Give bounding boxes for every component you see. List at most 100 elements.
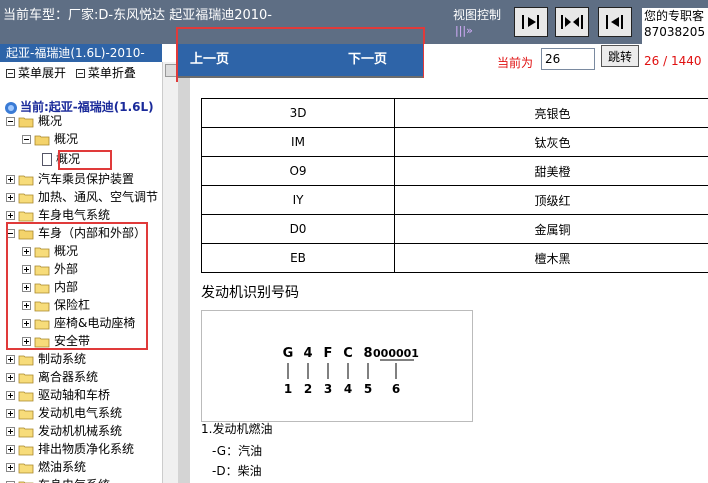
view-control-indicator: |||» xyxy=(455,24,473,37)
expand-node-icon[interactable] xyxy=(6,445,15,454)
color-name-cell: 亮银色 xyxy=(394,98,708,128)
color-name-cell: 金属铜 xyxy=(394,214,708,244)
tree-item[interactable]: 燃油系统 xyxy=(6,458,86,476)
table-row: IY 顶级红 xyxy=(201,185,708,215)
tree-item[interactable]: 汽车乘员保护装置 xyxy=(6,170,134,188)
folder-icon xyxy=(18,193,34,203)
folder-icon xyxy=(18,427,34,437)
color-code-cell: EB xyxy=(201,243,395,273)
menu-expand-button[interactable]: 菜单展开 xyxy=(0,66,66,80)
page-count: 26 / 1440 xyxy=(644,54,702,68)
current-model-title: 当前车型：厂家:D-东风悦达 起亚福瑞迪2010- xyxy=(3,8,272,23)
expand-node-icon[interactable] xyxy=(6,193,15,202)
folder-icon xyxy=(18,211,34,221)
tree-item[interactable]: 发动机机械系统 xyxy=(6,422,122,440)
expert-phone: 87038205 xyxy=(644,25,706,39)
tree-item-label: 发动机机械系统 xyxy=(38,424,123,438)
tree-item[interactable]: 加热、通风、空气调节 xyxy=(6,188,158,206)
expand-node-icon[interactable] xyxy=(6,409,15,418)
expand-node-icon[interactable] xyxy=(6,463,15,472)
vin-char: G xyxy=(283,346,294,361)
vin-char: 8 xyxy=(363,346,372,361)
color-code-cell: D0 xyxy=(201,214,395,244)
menu-toggle-row: 菜单展开 菜单折叠 xyxy=(0,62,162,84)
jump-button[interactable]: 跳转 xyxy=(601,45,639,67)
highlight-nav xyxy=(176,27,425,82)
vin-char: F xyxy=(324,346,333,361)
fuel-gasoline: -G：汽油 xyxy=(212,444,263,458)
split-arrows-icon xyxy=(561,15,583,29)
expand-node-icon[interactable] xyxy=(6,355,15,364)
color-name-cell: 甜美橙 xyxy=(394,156,708,186)
folder-icon xyxy=(18,175,34,185)
color-name-cell: 檀木黑 xyxy=(394,243,708,273)
table-row: EB 檀木黑 xyxy=(201,243,708,273)
view-split-button[interactable] xyxy=(555,7,589,37)
color-code-cell: 3D xyxy=(201,98,395,128)
tree-item-label: 制动系统 xyxy=(38,352,87,366)
view-right-panel-button[interactable] xyxy=(514,7,548,37)
menu-collapse-button[interactable]: 菜单折叠 xyxy=(70,66,136,80)
engine-id-section-title: 发动机识别号码 xyxy=(201,285,299,301)
expand-node-icon[interactable] xyxy=(6,373,15,382)
tree-item[interactable]: 离合器系统 xyxy=(6,368,98,386)
tree-item[interactable]: 概况 xyxy=(6,112,62,130)
tree-item[interactable]: 概况 xyxy=(22,130,78,148)
tree-item-label: 概况 xyxy=(54,132,79,146)
expand-node-icon[interactable] xyxy=(6,211,15,220)
menu-expand-label: 菜单展开 xyxy=(18,66,67,80)
sidebar-header: 起亚-福瑞迪(1.6L)-2010- xyxy=(0,44,162,62)
tree-item-label: 发动机电气系统 xyxy=(38,406,123,420)
vin-char: 000001 xyxy=(373,347,419,360)
bar-arrow-right-icon xyxy=(522,15,539,29)
view-left-panel-button[interactable] xyxy=(598,7,632,37)
expand-node-icon[interactable] xyxy=(6,175,15,184)
folder-icon xyxy=(18,463,34,473)
color-code-table: 3D 亮银色 IM 钛灰色 O9 甜美橙 IY 顶级红 D0 金属铜 EB 檀木黑 xyxy=(201,98,708,273)
vin-index: 6 xyxy=(392,382,400,396)
highlight-overview xyxy=(58,150,112,170)
tree-scrollbar[interactable] xyxy=(162,62,178,483)
tree-item-label: 加热、通风、空气调节 xyxy=(38,190,159,204)
highlight-body-section xyxy=(6,222,148,350)
folder-icon xyxy=(18,355,34,365)
menu-collapse-label: 菜单折叠 xyxy=(87,66,136,80)
tree-item-label: 车身电气系统 xyxy=(38,208,111,222)
fuel-diesel: -D：柴油 xyxy=(212,464,262,478)
expand-node-icon[interactable] xyxy=(6,427,15,436)
vin-index: 2 xyxy=(304,382,312,396)
table-row: O9 甜美橙 xyxy=(201,156,708,186)
page-number-input[interactable] xyxy=(541,48,595,70)
vin-index: 5 xyxy=(364,382,372,396)
document-icon xyxy=(42,153,52,166)
vin-char: 4 xyxy=(303,346,312,361)
collapse-node-icon[interactable] xyxy=(6,117,15,126)
vin-index: 3 xyxy=(324,382,332,396)
tree-item[interactable]: 排出物质净化系统 xyxy=(6,440,134,458)
tree-item[interactable]: 发动机电气系统 xyxy=(6,404,122,422)
expert-text: 您的专职客 xyxy=(644,9,705,23)
engine-fuel-heading: 1.发动机燃油 xyxy=(201,422,273,436)
expand-node-icon[interactable] xyxy=(6,391,15,400)
tree-item-label: 概况 xyxy=(38,114,63,128)
expert-contact: 您的专职客 87038205 xyxy=(642,8,708,44)
vin-index: 1 xyxy=(284,382,292,396)
vin-index: 4 xyxy=(344,382,352,396)
folder-icon xyxy=(18,445,34,455)
folder-open-icon xyxy=(34,135,50,145)
color-code-cell: IM xyxy=(201,127,395,157)
document-page: 3D 亮银色 IM 钛灰色 O9 甜美橙 IY 顶级红 D0 金属铜 EB 檀木黑 发动机识别号码 G… xyxy=(190,78,708,483)
collapse-node-icon[interactable] xyxy=(22,135,31,144)
folder-icon xyxy=(18,391,34,401)
arrow-left-bar-icon xyxy=(606,15,623,29)
folder-icon xyxy=(18,481,34,483)
folder-icon xyxy=(18,373,34,383)
view-control-label: 视图控制 xyxy=(453,8,502,22)
color-code-cell: IY xyxy=(201,185,395,215)
color-name-cell: 钛灰色 xyxy=(394,127,708,157)
expand-icon xyxy=(6,69,15,78)
tree-item[interactable]: 制动系统 xyxy=(6,350,86,368)
tree-item[interactable]: 驱动轴和车桥 xyxy=(6,386,110,404)
tree-item[interactable]: 车身电气系统 xyxy=(6,476,110,483)
table-row: 3D 亮银色 xyxy=(201,98,708,128)
